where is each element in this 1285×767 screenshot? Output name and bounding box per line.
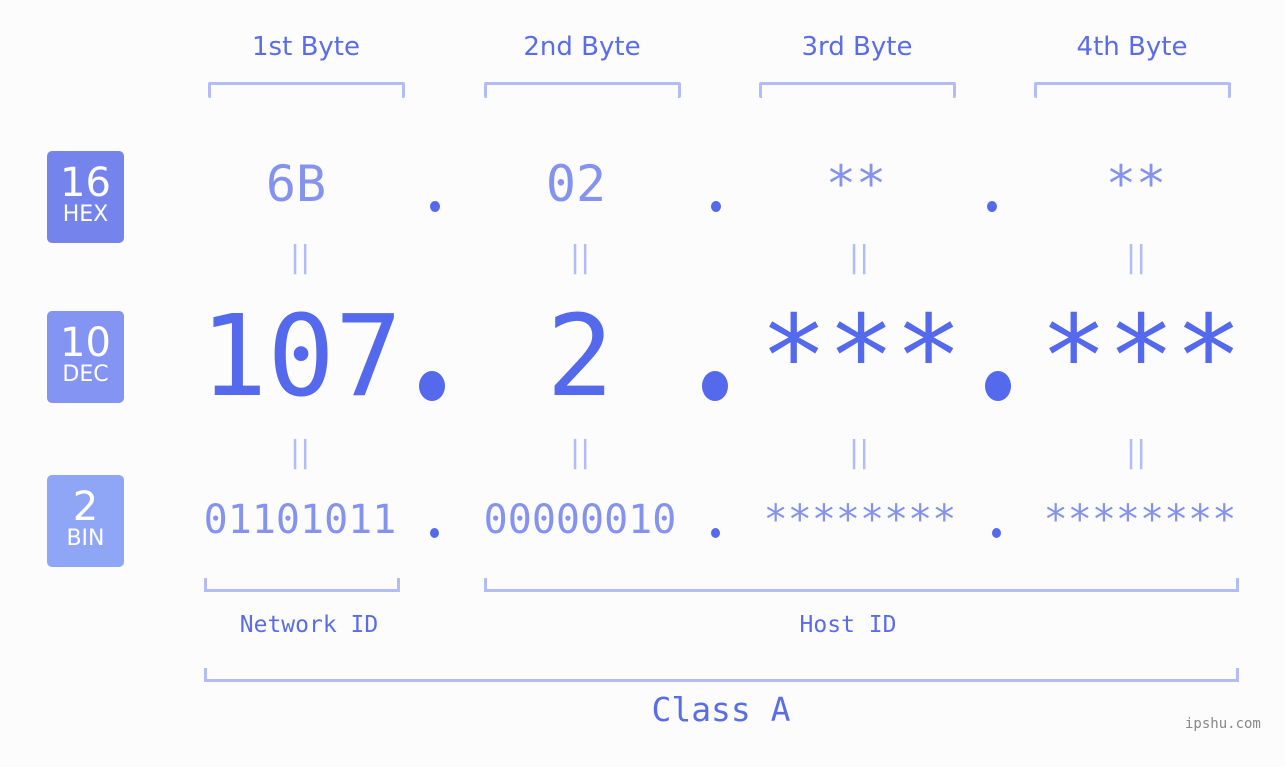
byte-header-2: 2nd Byte xyxy=(523,32,641,62)
byte-header-3: 3rd Byte xyxy=(801,32,913,62)
class-label: Class A xyxy=(651,690,791,729)
bin-badge-number: 2 xyxy=(72,484,99,530)
equals-hex-dec-3: || xyxy=(849,240,870,275)
bin-dot-1 xyxy=(430,528,439,538)
dec-badge-label: DEC xyxy=(62,362,109,387)
dec-badge-number: 10 xyxy=(60,320,111,366)
equals-dec-bin-4: || xyxy=(1126,435,1147,470)
equals-hex-dec-4: || xyxy=(1126,240,1147,275)
dec-value-4: *** xyxy=(1040,292,1243,422)
bin-badge-label: BIN xyxy=(66,526,105,551)
hex-value-4: ** xyxy=(1105,155,1167,213)
byte-bracket-2 xyxy=(484,82,681,98)
equals-dec-bin-1: || xyxy=(290,435,311,470)
dec-dot-3 xyxy=(985,371,1011,401)
bin-dot-3 xyxy=(992,528,1001,538)
hex-dot-1 xyxy=(430,201,440,212)
dec-value-2: 2 xyxy=(546,292,614,422)
dec-value-3: *** xyxy=(760,292,963,422)
watermark: ipshu.com xyxy=(1185,716,1261,732)
byte-bracket-3 xyxy=(759,82,956,98)
byte-header-1: 1st Byte xyxy=(252,32,360,62)
byte-bracket-1 xyxy=(208,82,405,98)
bin-value-4: ******** xyxy=(1043,497,1237,543)
bin-badge: 2 BIN xyxy=(47,475,124,567)
hex-value-3: ** xyxy=(825,155,887,213)
equals-dec-bin-3: || xyxy=(849,435,870,470)
dec-dot-1 xyxy=(419,371,445,401)
hex-value-1: 6B xyxy=(265,155,327,213)
network-id-label: Network ID xyxy=(239,612,379,638)
equals-dec-bin-2: || xyxy=(570,435,591,470)
bin-value-2: 00000010 xyxy=(483,497,677,543)
hex-dot-3 xyxy=(987,201,997,212)
dec-dot-2 xyxy=(702,371,728,401)
byte-header-4: 4th Byte xyxy=(1076,32,1188,62)
equals-hex-dec-1: || xyxy=(290,240,311,275)
host-id-bracket xyxy=(484,578,1239,592)
hex-dot-2 xyxy=(711,201,721,212)
hex-value-2: 02 xyxy=(545,155,607,213)
dec-value-1: 107 xyxy=(200,292,403,422)
hex-badge-number: 16 xyxy=(60,160,111,206)
bin-value-1: 01101011 xyxy=(203,497,397,543)
byte-bracket-4 xyxy=(1034,82,1231,98)
host-id-label: Host ID xyxy=(799,612,897,638)
equals-hex-dec-2: || xyxy=(570,240,591,275)
bin-value-3: ******** xyxy=(763,497,957,543)
class-bracket xyxy=(204,668,1239,682)
bin-dot-2 xyxy=(711,528,720,538)
dec-badge: 10 DEC xyxy=(47,311,124,403)
hex-badge-label: HEX xyxy=(62,202,109,227)
network-id-bracket xyxy=(204,578,400,592)
hex-badge: 16 HEX xyxy=(47,151,124,243)
